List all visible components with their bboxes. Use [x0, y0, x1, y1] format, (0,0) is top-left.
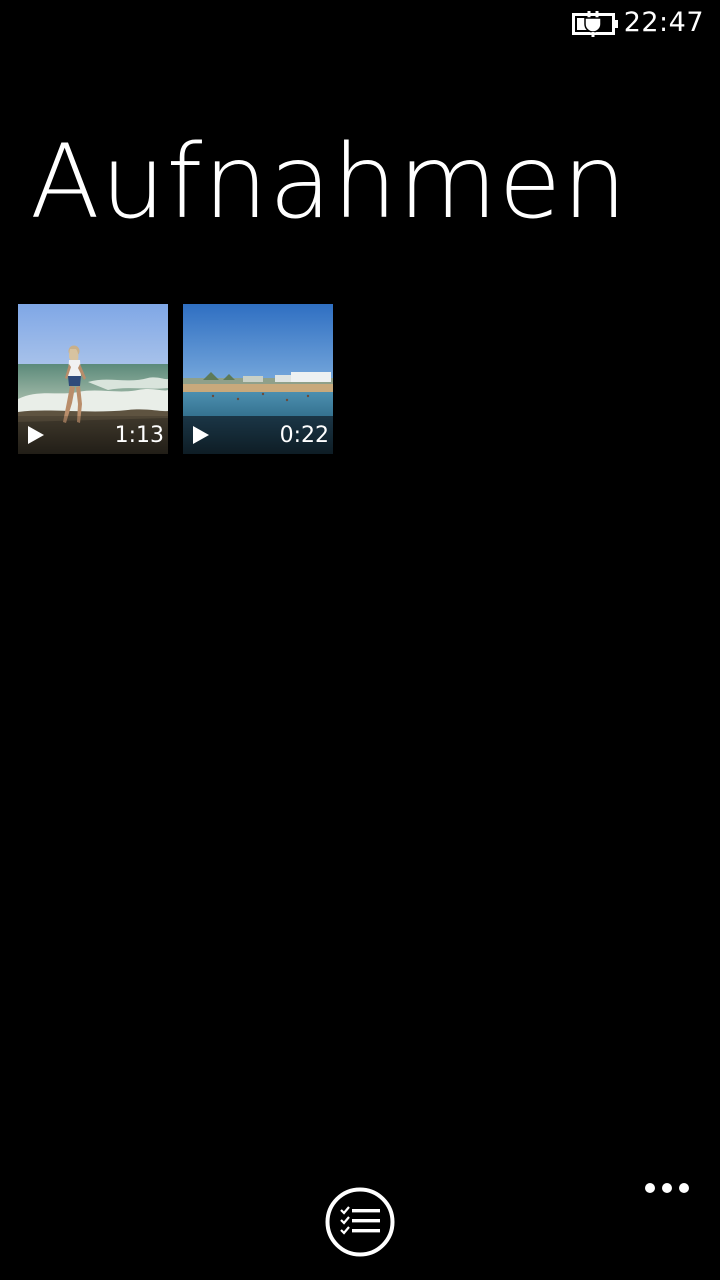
status-bar: 22:47	[0, 0, 720, 48]
battery-charging-icon	[572, 11, 618, 37]
clock: 22:47	[623, 7, 704, 38]
video-duration: 0:22	[279, 423, 329, 448]
select-list-icon[interactable]	[325, 1187, 395, 1257]
more-dots-icon[interactable]	[644, 1176, 690, 1200]
play-icon	[193, 426, 209, 444]
tile-overlay: 0:22	[183, 416, 333, 454]
app-bar	[0, 1170, 720, 1280]
video-tile[interactable]: 1:13	[18, 304, 168, 454]
play-icon	[28, 426, 44, 444]
tile-overlay: 1:13	[18, 416, 168, 454]
video-duration: 1:13	[114, 423, 164, 448]
video-tile[interactable]: 0:22	[183, 304, 333, 454]
page-title: Aufnahmen	[30, 123, 628, 242]
